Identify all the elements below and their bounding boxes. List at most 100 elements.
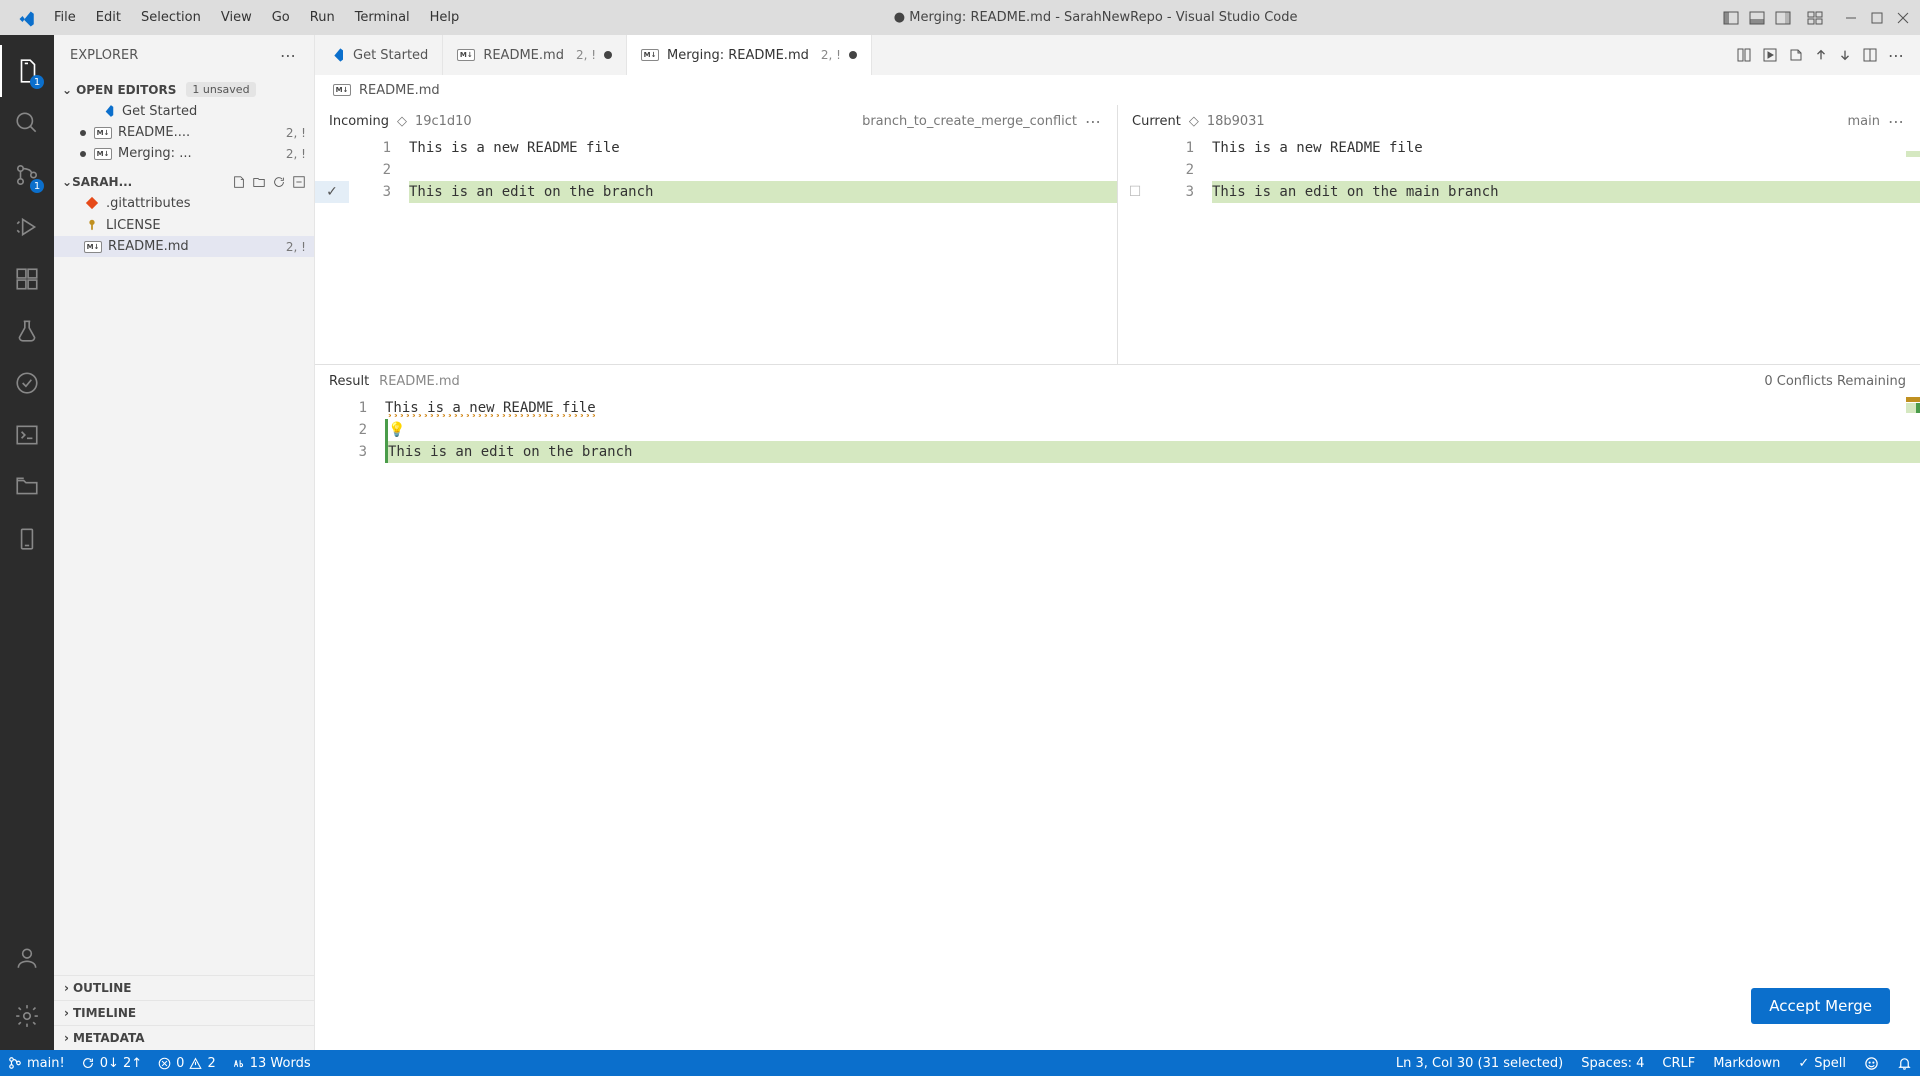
- split-editor-icon[interactable]: [1862, 47, 1878, 63]
- layout-sidebar-left-icon[interactable]: [1722, 9, 1740, 27]
- code-line: This is an edit on the branch: [385, 441, 1920, 463]
- result-code[interactable]: This is a new README file 💡 This is an e…: [385, 397, 1920, 463]
- more-icon[interactable]: ⋯: [1085, 112, 1103, 131]
- code-line: This is an edit on the branch: [409, 181, 1117, 203]
- customize-layout-icon[interactable]: [1806, 9, 1824, 27]
- prev-change-icon[interactable]: [1814, 48, 1828, 62]
- sidebar-more-icon[interactable]: ⋯: [280, 46, 298, 65]
- sidebar-title: EXPLORER: [70, 48, 138, 63]
- accept-incoming-check-icon[interactable]: ✓: [315, 181, 349, 203]
- new-folder-icon[interactable]: [252, 175, 266, 189]
- menu-run[interactable]: Run: [300, 4, 345, 31]
- open-editor-readme[interactable]: M↓ README.... 2, !: [54, 122, 314, 143]
- item-label: LICENSE: [106, 218, 161, 233]
- more-icon[interactable]: ⋯: [1888, 112, 1906, 131]
- outline-header[interactable]: ›OUTLINE: [54, 975, 314, 1000]
- open-changes-icon[interactable]: [1788, 47, 1804, 63]
- menu-view[interactable]: View: [211, 4, 262, 31]
- open-editor-getstarted[interactable]: Get Started: [54, 100, 314, 122]
- activity-explorer-icon[interactable]: 1: [0, 45, 54, 97]
- refresh-icon[interactable]: [272, 175, 286, 189]
- status-problems[interactable]: 0 2: [158, 1056, 216, 1071]
- status-cursor[interactable]: Ln 3, Col 30 (31 selected): [1396, 1056, 1563, 1071]
- menu-selection[interactable]: Selection: [131, 4, 211, 31]
- activity-debug-icon[interactable]: [0, 201, 54, 253]
- menu-terminal[interactable]: Terminal: [345, 4, 420, 31]
- folder-header[interactable]: ⌄ SARAH...: [54, 172, 314, 192]
- status-words[interactable]: 13 Words: [232, 1056, 311, 1071]
- incoming-pane: Incoming ◇ 19c1d10 branch_to_create_merg…: [315, 105, 1117, 364]
- titlebar: File Edit Selection View Go Run Terminal…: [0, 0, 1920, 35]
- overview-ruler[interactable]: [1906, 397, 1920, 1050]
- explorer-badge: 1: [30, 75, 44, 89]
- menu-file[interactable]: File: [44, 4, 86, 31]
- tab-readme[interactable]: M↓ README.md 2, !: [443, 35, 627, 75]
- activity-search-icon[interactable]: [0, 97, 54, 149]
- activity-extensions-icon[interactable]: [0, 253, 54, 305]
- file-license[interactable]: LICENSE: [54, 214, 314, 236]
- code-line: This is a new README file: [409, 137, 1117, 159]
- status-errors: 0: [176, 1056, 184, 1071]
- timeline-header[interactable]: ›TIMELINE: [54, 1000, 314, 1025]
- status-bell-icon[interactable]: [1897, 1056, 1912, 1071]
- incoming-title: Incoming: [329, 114, 389, 129]
- tab-getstarted[interactable]: Get Started: [315, 35, 443, 75]
- menu-help[interactable]: Help: [420, 4, 470, 31]
- status-feedback-icon[interactable]: [1864, 1056, 1879, 1071]
- metadata-header[interactable]: ›METADATA: [54, 1025, 314, 1050]
- metadata-label: METADATA: [73, 1031, 145, 1045]
- layout-panel-icon[interactable]: [1748, 9, 1766, 27]
- tab-bar: Get Started M↓ README.md 2, ! M↓ Merging…: [315, 35, 1920, 75]
- status-eol[interactable]: CRLF: [1662, 1056, 1695, 1071]
- vscode-logo-icon: [100, 103, 116, 119]
- open-editors-label: OPEN EDITORS: [76, 83, 176, 97]
- activity-folder-icon[interactable]: [0, 461, 54, 513]
- accept-current-check-icon[interactable]: ☐: [1118, 181, 1152, 203]
- collapse-icon[interactable]: [292, 175, 306, 189]
- close-icon[interactable]: [1894, 9, 1912, 27]
- incoming-code[interactable]: This is a new README file This is an edi…: [409, 137, 1117, 364]
- activity-settings-icon[interactable]: [0, 990, 54, 1042]
- vscode-logo-icon: [329, 47, 345, 63]
- current-pane: Current ◇ 18b9031 main ⋯ ☐: [1117, 105, 1920, 364]
- diff-icon[interactable]: [1736, 47, 1752, 63]
- item-label: .gitattributes: [106, 196, 191, 211]
- menu-go[interactable]: Go: [262, 4, 300, 31]
- activity-terminal-icon[interactable]: [0, 409, 54, 461]
- markdown-file-icon: M↓: [641, 49, 659, 61]
- activity-device-icon[interactable]: [0, 513, 54, 565]
- status-spell[interactable]: ✓ Spell: [1798, 1056, 1846, 1071]
- new-file-icon[interactable]: [232, 175, 246, 189]
- more-icon[interactable]: ⋯: [1888, 46, 1906, 65]
- lightbulb-icon[interactable]: 💡: [388, 422, 405, 438]
- activity-account-icon[interactable]: [0, 932, 54, 984]
- status-sync[interactable]: 0↓ 2↑: [81, 1056, 142, 1071]
- tab-merging[interactable]: M↓ Merging: README.md 2, !: [627, 35, 872, 75]
- layout-sidebar-right-icon[interactable]: [1774, 9, 1792, 27]
- current-code[interactable]: This is a new README file This is an edi…: [1212, 137, 1920, 364]
- breadcrumb[interactable]: M↓ README.md: [315, 75, 1920, 105]
- maximize-icon[interactable]: [1868, 9, 1886, 27]
- status-language[interactable]: Markdown: [1713, 1056, 1780, 1071]
- accept-merge-button[interactable]: Accept Merge: [1751, 988, 1890, 1024]
- run-icon[interactable]: [1762, 47, 1778, 63]
- activity-test-icon[interactable]: [0, 305, 54, 357]
- open-editor-merging[interactable]: M↓ Merging: ... 2, !: [54, 143, 314, 164]
- file-gitattributes[interactable]: .gitattributes: [54, 192, 314, 214]
- status-spaces[interactable]: Spaces: 4: [1581, 1056, 1644, 1071]
- item-label: Get Started: [122, 104, 197, 119]
- status-branch[interactable]: main!: [8, 1056, 65, 1071]
- open-editors-header[interactable]: ⌄ OPEN EDITORS 1 unsaved: [54, 79, 314, 100]
- activity-todo-icon[interactable]: [0, 357, 54, 409]
- window-title: ● Merging: README.md - SarahNewRepo - Vi…: [469, 10, 1722, 25]
- activity-scm-icon[interactable]: 1: [0, 149, 54, 201]
- tab-decoration: 2, !: [576, 48, 596, 62]
- scm-badge: 1: [30, 179, 44, 193]
- menu-edit[interactable]: Edit: [86, 4, 131, 31]
- minimize-icon[interactable]: [1842, 9, 1860, 27]
- incoming-commit: 19c1d10: [415, 114, 472, 129]
- next-change-icon[interactable]: [1838, 48, 1852, 62]
- status-branch-label: main!: [27, 1056, 65, 1071]
- file-readme[interactable]: M↓ README.md 2, !: [54, 236, 314, 257]
- menubar: File Edit Selection View Go Run Terminal…: [44, 4, 469, 31]
